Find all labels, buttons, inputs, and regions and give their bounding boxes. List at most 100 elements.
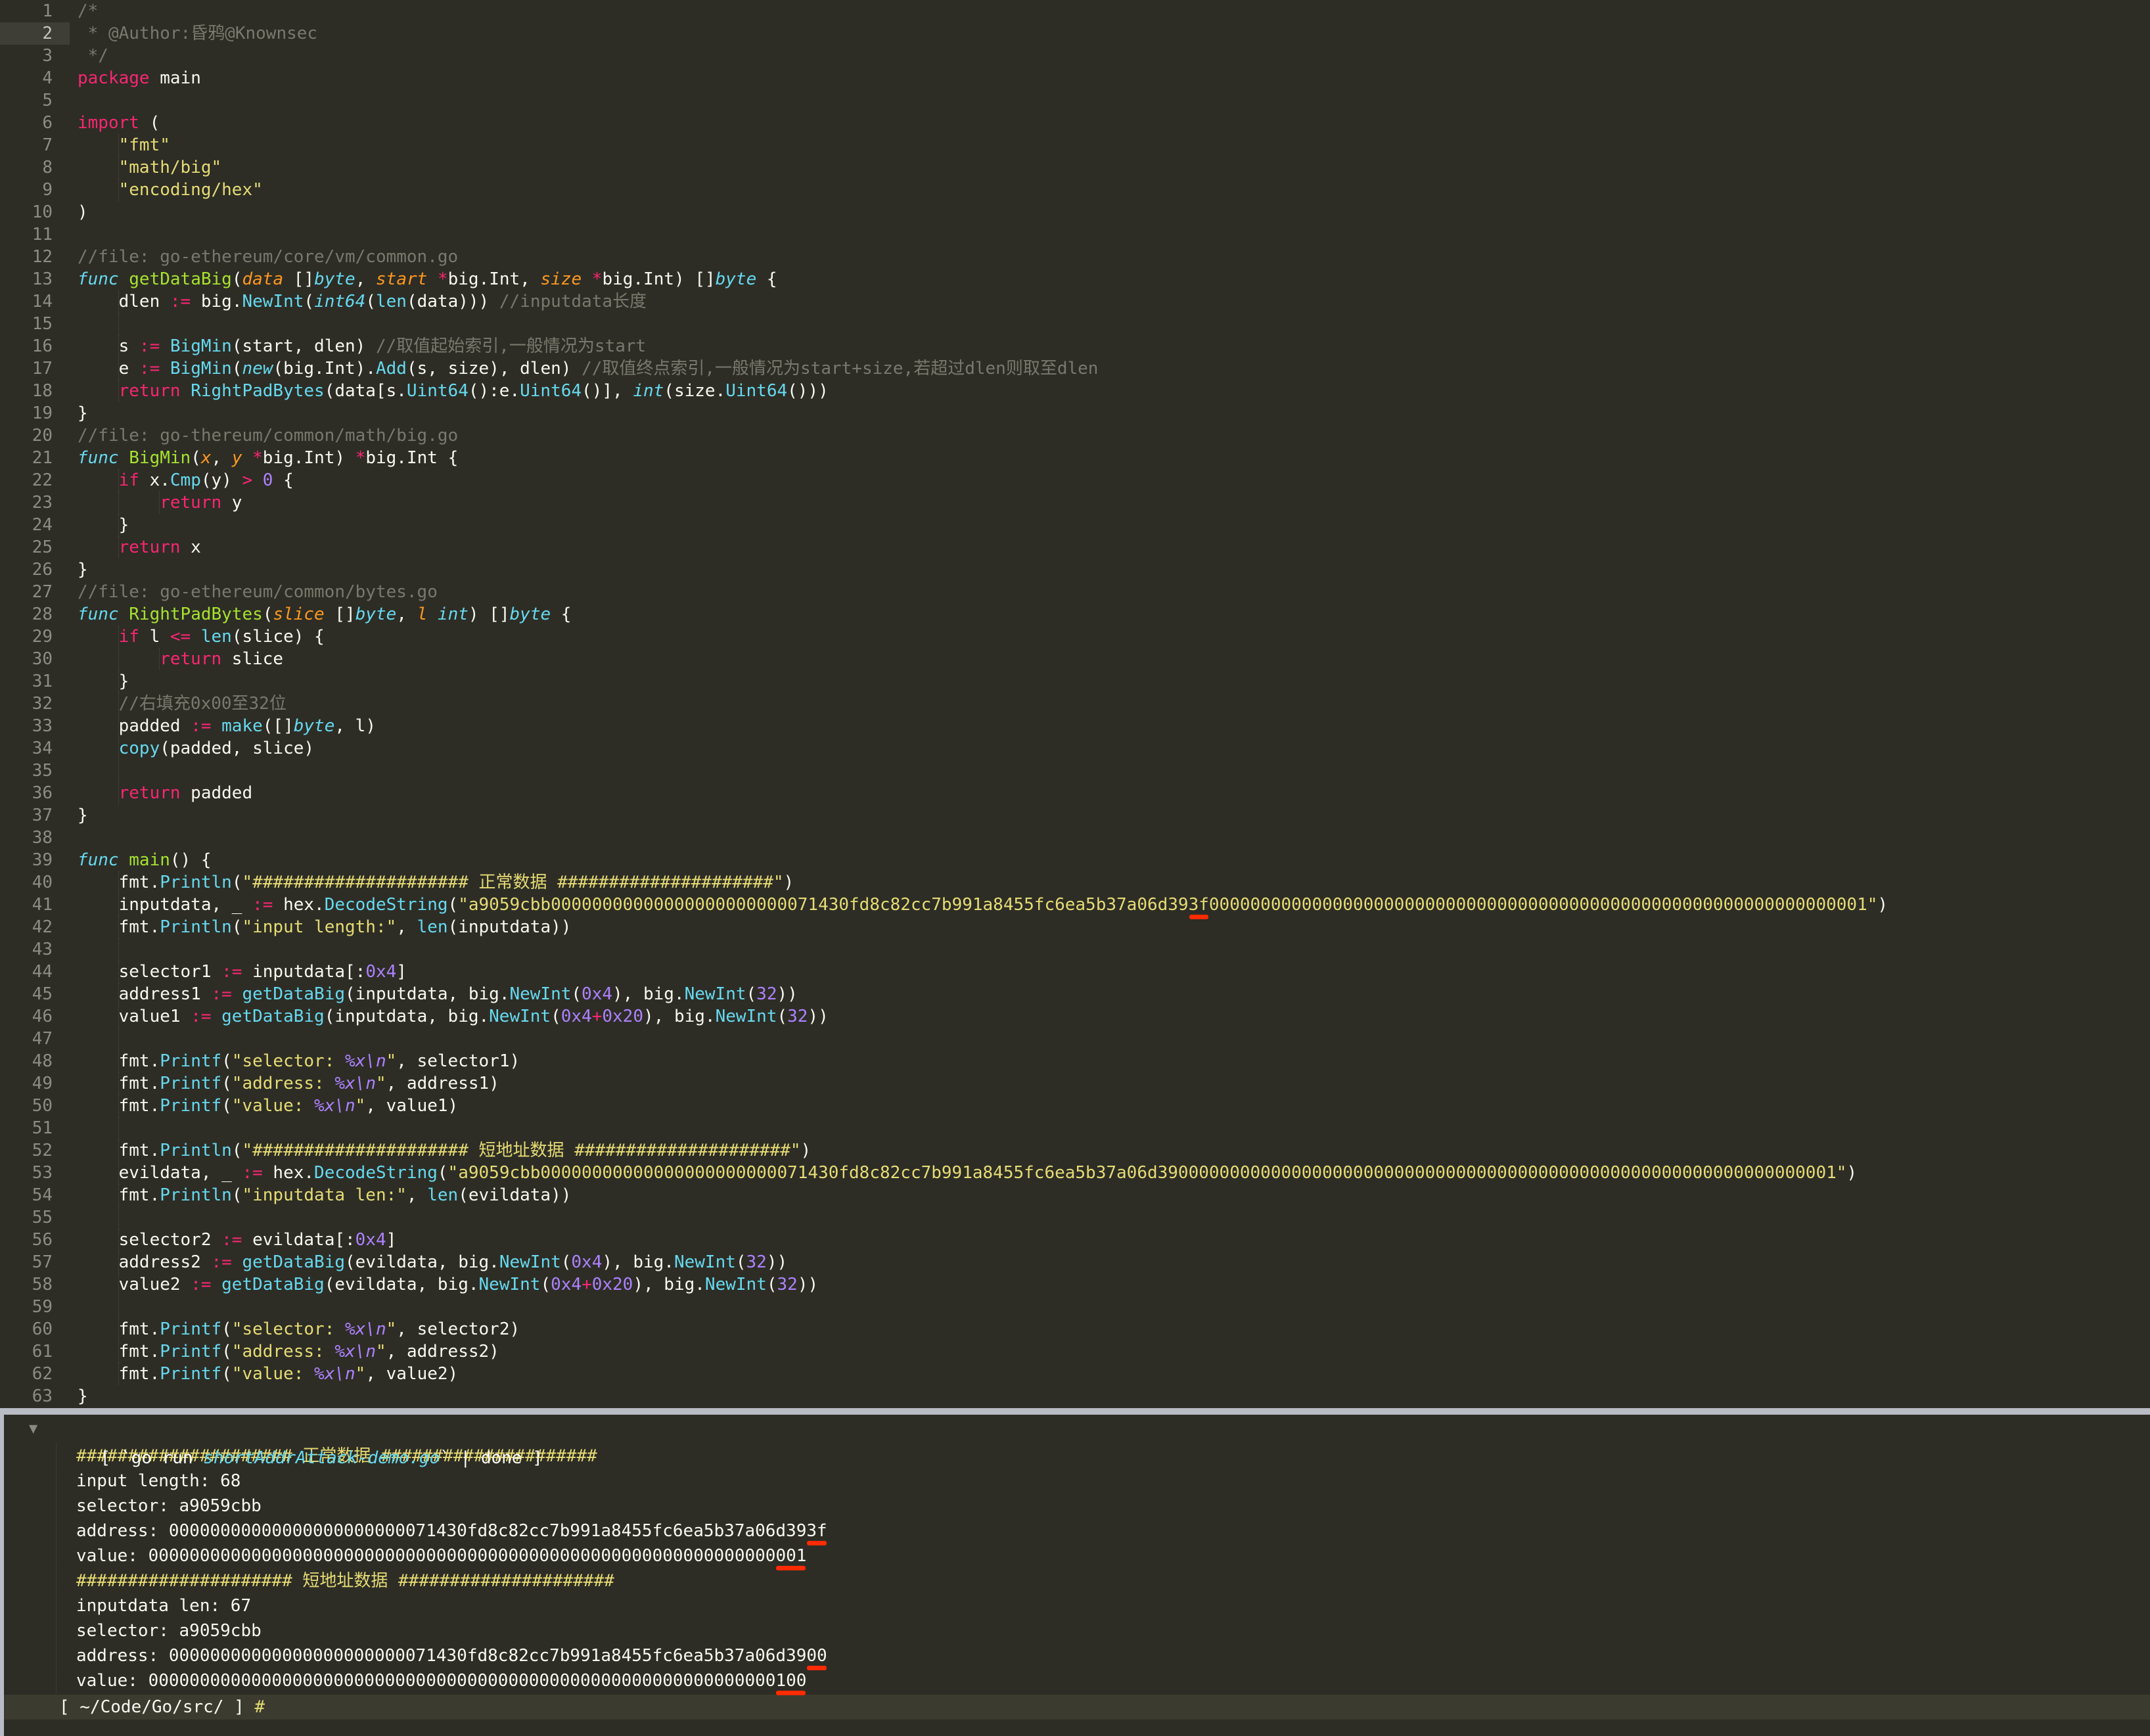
editor-line[interactable]: 5: [0, 89, 2150, 112]
line-number[interactable]: 32: [0, 693, 70, 715]
editor-line[interactable]: 60 fmt.Printf("selector: %x\n", selector2…: [0, 1318, 2150, 1340]
editor-line[interactable]: 29 if l <= len(slice) {: [0, 626, 2150, 648]
editor-line[interactable]: 46 value1 := getDataBig(inputdata, big.Ne…: [0, 1005, 2150, 1028]
editor-line[interactable]: 4 package main: [0, 67, 2150, 89]
editor-line[interactable]: 38: [0, 827, 2150, 849]
line-number[interactable]: 8: [0, 156, 70, 179]
line-number[interactable]: 25: [0, 536, 70, 559]
line-number[interactable]: 58: [0, 1273, 70, 1296]
editor-line[interactable]: 62 fmt.Printf("value: %x\n", value2): [0, 1363, 2150, 1385]
editor-line[interactable]: 61 fmt.Printf("address: %x\n", address2): [0, 1340, 2150, 1363]
editor-line[interactable]: 21 func BigMin(x, y *big.Int) *big.Int {: [0, 447, 2150, 469]
line-number[interactable]: 36: [0, 782, 70, 804]
line-number[interactable]: 59: [0, 1296, 70, 1318]
editor-line[interactable]: 53 evildata, _ := hex.DecodeString("a9059…: [0, 1162, 2150, 1184]
editor-line[interactable]: 31}: [0, 670, 2150, 693]
editor-line[interactable]: 15: [0, 313, 2150, 335]
line-number[interactable]: 18: [0, 380, 70, 402]
editor-line[interactable]: 50 fmt.Printf("value: %x\n", value1): [0, 1095, 2150, 1117]
editor-line[interactable]: 9 "encoding/hex": [0, 179, 2150, 201]
line-number[interactable]: 26: [0, 559, 70, 581]
editor-line[interactable]: 39 func main() {: [0, 849, 2150, 871]
line-number[interactable]: 60: [0, 1318, 70, 1340]
line-number[interactable]: 57: [0, 1251, 70, 1273]
line-number[interactable]: 38: [0, 827, 70, 849]
editor-line[interactable]: 10): [0, 201, 2150, 223]
line-number[interactable]: 16: [0, 335, 70, 357]
line-number[interactable]: 37: [0, 804, 70, 827]
line-number[interactable]: 2: [0, 22, 70, 45]
line-number[interactable]: 30: [0, 648, 70, 670]
editor-line[interactable]: 28 func RightPadBytes(slice []byte, l int…: [0, 603, 2150, 626]
line-number[interactable]: 23: [0, 491, 70, 514]
editor-line[interactable]: 13 func getDataBig(data []byte, start *bi…: [0, 268, 2150, 290]
editor-line[interactable]: 1 /*: [0, 0, 2150, 22]
build-output-panel[interactable]: ▼ [ `go run shortAddrAttack-demo.go` | do…: [0, 1415, 2150, 1736]
line-number[interactable]: 28: [0, 603, 70, 626]
editor-line[interactable]: 49 fmt.Printf("address: %x\n", address1): [0, 1072, 2150, 1095]
editor-line[interactable]: 24}: [0, 514, 2150, 536]
editor-line[interactable]: 41 inputdata, _ := hex.DecodeString("a905…: [0, 894, 2150, 916]
editor-line[interactable]: 45 address1 := getDataBig(inputdata, big.…: [0, 983, 2150, 1005]
editor-line[interactable]: 8 "math/big": [0, 156, 2150, 179]
editor-line[interactable]: 44 selector1 := inputdata[:0x4]: [0, 961, 2150, 983]
line-number[interactable]: 35: [0, 760, 70, 782]
editor-line[interactable]: 14 dlen := big.NewInt(int64(len(data))) /…: [0, 290, 2150, 313]
line-number[interactable]: 39: [0, 849, 70, 871]
editor-line[interactable]: 37}: [0, 804, 2150, 827]
line-number[interactable]: 45: [0, 983, 70, 1005]
line-number[interactable]: 12: [0, 246, 70, 268]
editor-line[interactable]: 25 return x: [0, 536, 2150, 559]
line-number[interactable]: 24: [0, 514, 70, 536]
line-number[interactable]: 55: [0, 1206, 70, 1229]
editor-line[interactable]: 26}: [0, 559, 2150, 581]
editor-line[interactable]: 58 value2 := getDataBig(evildata, big.New…: [0, 1273, 2150, 1296]
editor-line[interactable]: 32//右填充0x00至32位: [0, 693, 2150, 715]
line-number[interactable]: 51: [0, 1117, 70, 1139]
editor-line[interactable]: 6 import (: [0, 112, 2150, 134]
editor-line[interactable]: 52 fmt.Println("##################### 短地址…: [0, 1139, 2150, 1162]
line-number[interactable]: 14: [0, 290, 70, 313]
line-number[interactable]: 56: [0, 1229, 70, 1251]
editor-line[interactable]: 59: [0, 1296, 2150, 1318]
editor-line[interactable]: 63}: [0, 1385, 2150, 1407]
line-number[interactable]: 10: [0, 201, 70, 223]
editor-line[interactable]: 35: [0, 760, 2150, 782]
line-number[interactable]: 31: [0, 670, 70, 693]
line-number[interactable]: 42: [0, 916, 70, 938]
line-number[interactable]: 49: [0, 1072, 70, 1095]
editor-line[interactable]: 7 "fmt": [0, 134, 2150, 156]
line-number[interactable]: 15: [0, 313, 70, 335]
fold-triangle-icon[interactable]: ▼: [29, 1415, 51, 1444]
line-number[interactable]: 11: [0, 223, 70, 246]
editor-line[interactable]: 47: [0, 1028, 2150, 1050]
editor-line[interactable]: 40 fmt.Println("##################### 正常数…: [0, 871, 2150, 894]
editor-line[interactable]: 33 padded := make([]byte, l): [0, 715, 2150, 737]
editor-line[interactable]: 43: [0, 938, 2150, 961]
line-number[interactable]: 61: [0, 1340, 70, 1363]
line-number[interactable]: 6: [0, 112, 70, 134]
editor-line[interactable]: 55: [0, 1206, 2150, 1229]
line-number[interactable]: 20: [0, 424, 70, 447]
editor-line[interactable]: 57 address2 := getDataBig(evildata, big.N…: [0, 1251, 2150, 1273]
line-number[interactable]: 50: [0, 1095, 70, 1117]
editor-line[interactable]: 17 e := BigMin(new(big.Int).Add(s, size),…: [0, 357, 2150, 380]
line-number[interactable]: 9: [0, 179, 70, 201]
line-number[interactable]: 48: [0, 1050, 70, 1072]
line-number[interactable]: 40: [0, 871, 70, 894]
code-editor[interactable]: 1/* 2 * @Author:昏鸦@Knownsec 3 */4 package m…: [0, 0, 2150, 1408]
line-number[interactable]: 3: [0, 45, 70, 67]
editor-line[interactable]: 12 //file: go-ethereum/core/vm/common.go: [0, 246, 2150, 268]
line-number[interactable]: 46: [0, 1005, 70, 1028]
line-number[interactable]: 7: [0, 134, 70, 156]
editor-line[interactable]: 30 return slice: [0, 648, 2150, 670]
line-number[interactable]: 27: [0, 581, 70, 603]
editor-line[interactable]: 51: [0, 1117, 2150, 1139]
editor-line[interactable]: 23 return y: [0, 491, 2150, 514]
line-number[interactable]: 13: [0, 268, 70, 290]
line-number[interactable]: 62: [0, 1363, 70, 1385]
editor-line[interactable]: 3 */: [0, 45, 2150, 67]
line-number[interactable]: 1: [0, 0, 70, 22]
editor-line[interactable]: 16 s := BigMin(start, dlen) //取值起始索引,一般情况…: [0, 335, 2150, 357]
editor-line[interactable]: 27 //file: go-ethereum/common/bytes.go: [0, 581, 2150, 603]
